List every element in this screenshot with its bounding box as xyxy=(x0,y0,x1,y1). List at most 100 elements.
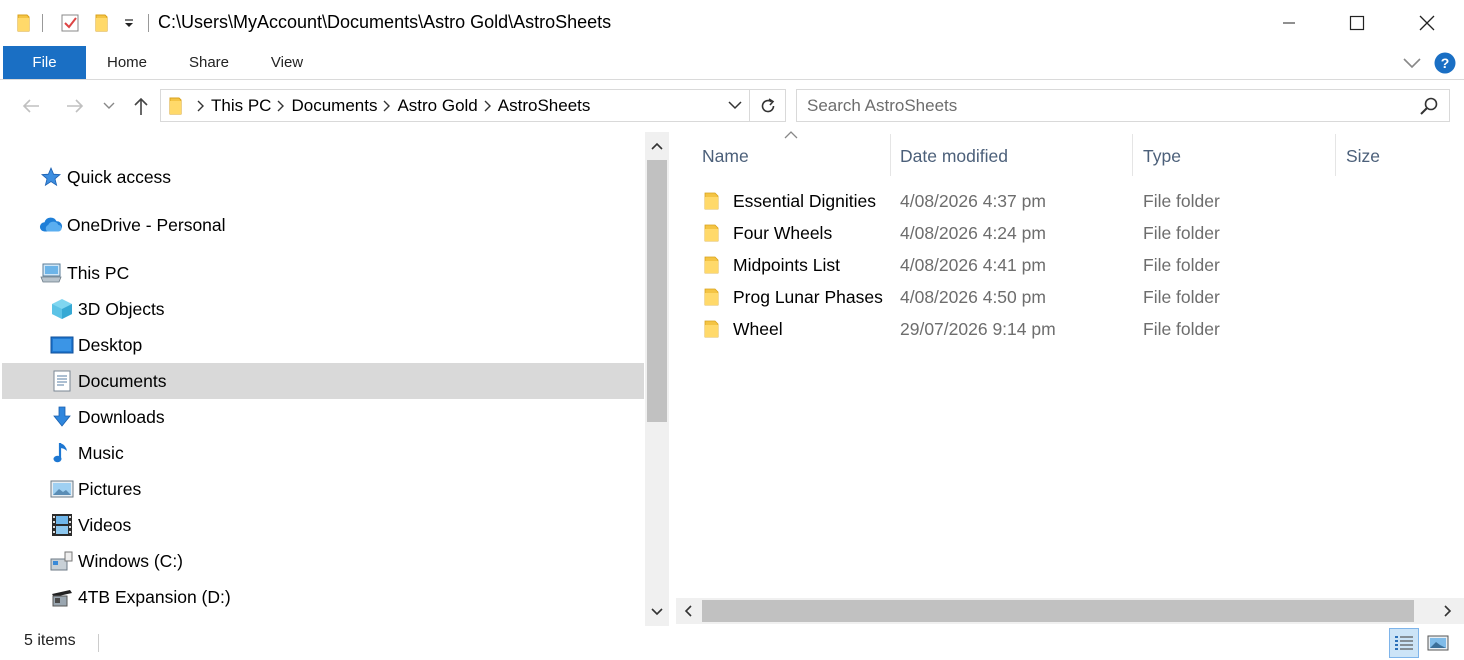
address-history-button[interactable] xyxy=(723,90,747,121)
file-name: Prog Lunar Phases xyxy=(733,287,883,307)
separator xyxy=(98,634,99,652)
refresh-button[interactable] xyxy=(749,90,785,121)
properties-checkmark-icon[interactable] xyxy=(58,11,82,35)
nav-item-windows-c[interactable]: Windows (C:) xyxy=(2,543,644,579)
picture-icon xyxy=(50,477,74,501)
cloud-icon xyxy=(39,213,63,237)
nav-item-3d-objects[interactable]: 3D Objects xyxy=(2,291,644,327)
breadcrumb-astro-gold[interactable]: Astro Gold xyxy=(397,96,477,116)
column-divider[interactable] xyxy=(1132,134,1133,176)
forward-button[interactable] xyxy=(62,94,88,118)
back-button[interactable] xyxy=(18,94,44,118)
nav-label: This PC xyxy=(67,262,130,283)
folder-icon xyxy=(704,224,719,242)
breadcrumb-documents[interactable]: Documents xyxy=(291,96,377,116)
ribbon: File Home Share View ? xyxy=(0,46,1464,80)
nav-item-onedrive[interactable]: OneDrive - Personal xyxy=(2,207,644,243)
tab-view[interactable]: View xyxy=(258,46,316,79)
nav-scrollbar[interactable] xyxy=(645,132,669,626)
refresh-icon xyxy=(761,97,774,112)
expand-ribbon-button[interactable] xyxy=(1402,52,1422,74)
file-type: File folder xyxy=(1143,223,1220,243)
chevron-right-icon[interactable] xyxy=(271,90,291,121)
breadcrumb-astrosheets[interactable]: AstroSheets xyxy=(498,96,591,116)
column-header-name[interactable]: Name xyxy=(702,131,890,178)
breadcrumb: This PC Documents Astro Gold AstroSheets xyxy=(161,90,590,121)
nav-item-this-pc[interactable]: This PC xyxy=(2,255,644,291)
file-type: File folder xyxy=(1143,319,1220,339)
nav-label: 4TB Expansion (D:) xyxy=(78,586,231,607)
tab-share[interactable]: Share xyxy=(178,46,240,79)
address-bar[interactable]: This PC Documents Astro Gold AstroSheets xyxy=(160,89,786,122)
column-header-size[interactable]: Size xyxy=(1346,134,1446,178)
nav-item-quick-access[interactable]: Quick access xyxy=(2,159,644,195)
list-item[interactable]: Midpoints List 4/08/2026 4:41 pm File fo… xyxy=(698,249,1438,281)
nav-label: Desktop xyxy=(78,334,143,355)
scroll-right-icon[interactable] xyxy=(1436,599,1460,623)
nav-item-pictures[interactable]: Pictures xyxy=(2,471,644,507)
maximize-button[interactable] xyxy=(1322,0,1392,46)
nav-label: Windows (C:) xyxy=(78,550,184,571)
chevron-right-icon[interactable] xyxy=(478,90,498,121)
scroll-left-icon[interactable] xyxy=(676,599,700,623)
customize-toolbar-icon[interactable] xyxy=(118,11,140,35)
list-item[interactable]: Four Wheels 4/08/2026 4:24 pm File folde… xyxy=(698,217,1438,249)
search-input[interactable] xyxy=(797,90,1407,121)
sort-ascending-icon xyxy=(784,131,798,139)
scrollbar-thumb[interactable] xyxy=(702,600,1414,622)
horizontal-scrollbar[interactable] xyxy=(676,598,1464,624)
file-type: File folder xyxy=(1143,191,1220,211)
column-label: Type xyxy=(1143,145,1181,166)
nav-item-desktop[interactable]: Desktop xyxy=(2,327,644,363)
scrollbar-thumb[interactable] xyxy=(647,160,667,422)
column-header-type[interactable]: Type xyxy=(1143,134,1335,178)
drive-icon xyxy=(50,549,74,573)
up-button[interactable] xyxy=(128,94,154,118)
tab-home[interactable]: Home xyxy=(96,46,158,79)
nav-item-downloads[interactable]: Downloads xyxy=(2,399,644,435)
maximize-icon xyxy=(1349,15,1365,31)
folder-icon[interactable] xyxy=(12,11,36,35)
list-item[interactable]: Essential Dignities 4/08/2026 4:37 pm Fi… xyxy=(698,185,1438,217)
chevron-right-icon[interactable] xyxy=(191,90,211,121)
folder-icon xyxy=(161,90,191,121)
breadcrumb-this-pc[interactable]: This PC xyxy=(211,96,271,116)
list-item[interactable]: Prog Lunar Phases 4/08/2026 4:50 pm File… xyxy=(698,281,1438,313)
details-view-button[interactable] xyxy=(1389,628,1419,658)
search-icon[interactable] xyxy=(1419,96,1439,116)
document-icon xyxy=(50,369,74,393)
nav-label: OneDrive - Personal xyxy=(67,214,226,235)
nav-item-music[interactable]: Music xyxy=(2,435,644,471)
column-divider[interactable] xyxy=(1335,134,1336,176)
minimize-button[interactable] xyxy=(1254,0,1324,46)
chevron-right-icon[interactable] xyxy=(377,90,397,121)
nav-label: Downloads xyxy=(78,406,165,427)
file-date: 4/08/2026 4:24 pm xyxy=(900,223,1046,243)
scroll-down-icon[interactable] xyxy=(645,600,669,624)
large-icons-view-button[interactable] xyxy=(1423,628,1453,658)
file-date: 4/08/2026 4:50 pm xyxy=(900,287,1046,307)
list-item[interactable]: Wheel 29/07/2026 9:14 pm File folder xyxy=(698,313,1438,345)
column-label: Size xyxy=(1346,145,1381,166)
nav-label: Documents xyxy=(78,370,167,391)
file-date: 29/07/2026 9:14 pm xyxy=(900,319,1056,339)
scroll-up-icon[interactable] xyxy=(645,134,669,158)
new-folder-icon[interactable] xyxy=(90,11,114,35)
nav-label: Pictures xyxy=(78,478,142,499)
nav-item-4tb-expansion[interactable]: 4TB Expansion (D:) xyxy=(2,579,644,615)
nav-item-videos[interactable]: Videos xyxy=(2,507,644,543)
nav-label: 3D Objects xyxy=(78,298,165,319)
cube-icon xyxy=(50,297,74,321)
navigation-pane: Quick access OneDrive - Personal This PC… xyxy=(0,132,671,626)
recent-locations-button[interactable] xyxy=(98,94,120,118)
column-label: Date modified xyxy=(900,145,1008,166)
separator xyxy=(42,14,43,32)
column-divider[interactable] xyxy=(890,134,891,176)
close-button[interactable] xyxy=(1392,0,1462,46)
help-button[interactable]: ? xyxy=(1434,52,1456,74)
column-header-date-modified[interactable]: Date modified xyxy=(900,134,1132,178)
file-date: 4/08/2026 4:41 pm xyxy=(900,255,1046,275)
file-list: Name Date modified Type Size Essential D… xyxy=(676,131,1464,626)
tab-file[interactable]: File xyxy=(3,46,86,79)
nav-item-documents[interactable]: Documents xyxy=(2,363,644,399)
